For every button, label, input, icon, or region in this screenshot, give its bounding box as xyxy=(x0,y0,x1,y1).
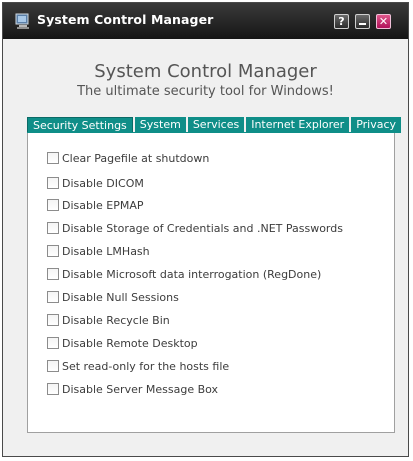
tab-security-settings[interactable]: Security Settings xyxy=(27,117,133,133)
title-bar[interactable]: System Control Manager ? ✕ xyxy=(3,3,408,39)
help-button[interactable]: ? xyxy=(334,14,349,29)
minimize-button[interactable] xyxy=(355,14,370,29)
tab-services[interactable]: Services xyxy=(187,117,245,133)
app-heading: System Control Manager xyxy=(94,61,317,82)
checkbox[interactable] xyxy=(47,291,59,303)
option-label: Disable LMHash xyxy=(62,244,150,258)
checkbox[interactable] xyxy=(47,314,59,326)
option-disable-null-sessions[interactable]: Disable Null Sessions xyxy=(47,290,179,304)
checkbox[interactable] xyxy=(47,383,59,395)
option-disable-dicom[interactable]: Disable DICOM xyxy=(47,176,144,190)
minimize-icon xyxy=(359,23,366,25)
option-readonly-hosts[interactable]: Set read-only for the hosts file xyxy=(47,359,229,373)
app-subtitle: The ultimate security tool for Windows! xyxy=(77,84,334,99)
tab-system[interactable]: System xyxy=(134,117,186,133)
option-disable-recycle-bin[interactable]: Disable Recycle Bin xyxy=(47,313,170,327)
tab-privacy[interactable]: Privacy xyxy=(351,117,402,133)
option-label: Disable Recycle Bin xyxy=(62,313,170,327)
option-label: Disable Server Message Box xyxy=(62,382,219,396)
close-icon: ✕ xyxy=(378,15,389,28)
option-label: Disable Microsoft data interrogation (Re… xyxy=(62,267,322,281)
option-label: Disable DICOM xyxy=(62,176,144,190)
computer-icon xyxy=(15,13,29,29)
help-icon: ? xyxy=(338,15,345,28)
option-disable-server-message-box[interactable]: Disable Server Message Box xyxy=(47,382,218,396)
option-disable-remote-desktop[interactable]: Disable Remote Desktop xyxy=(47,336,198,350)
close-button[interactable]: ✕ xyxy=(376,14,391,29)
option-label: Disable Null Sessions xyxy=(62,290,179,304)
option-label: Disable Storage of Credentials and .NET … xyxy=(62,221,343,235)
checkbox[interactable] xyxy=(47,360,59,372)
window-title: System Control Manager xyxy=(37,12,214,27)
option-disable-lmhash[interactable]: Disable LMHash xyxy=(47,244,150,258)
checkbox[interactable] xyxy=(47,245,59,257)
option-label: Disable Remote Desktop xyxy=(62,336,198,350)
option-label: Clear Pagefile at shutdown xyxy=(62,151,210,165)
tab-internet-explorer[interactable]: Internet Explorer xyxy=(246,117,350,133)
option-disable-epmap[interactable]: Disable EPMAP xyxy=(47,198,144,212)
checkbox[interactable] xyxy=(47,222,59,234)
app-window: System Control Manager ? ✕ System Contro… xyxy=(2,2,409,457)
option-disable-regdone[interactable]: Disable Microsoft data interrogation (Re… xyxy=(47,267,321,281)
checkbox[interactable] xyxy=(47,199,59,211)
option-clear-pagefile[interactable]: Clear Pagefile at shutdown xyxy=(47,151,209,165)
tab-bar: Security Settings System Services Intern… xyxy=(27,117,403,133)
option-label: Disable EPMAP xyxy=(62,198,144,212)
option-disable-credential-storage[interactable]: Disable Storage of Credentials and .NET … xyxy=(47,221,343,235)
checkbox[interactable] xyxy=(47,177,59,189)
security-settings-panel: Clear Pagefile at shutdown Disable DICOM… xyxy=(27,133,395,433)
option-label: Set read-only for the hosts file xyxy=(62,359,230,373)
checkbox[interactable] xyxy=(47,268,59,280)
checkbox[interactable] xyxy=(47,152,59,164)
checkbox[interactable] xyxy=(47,337,59,349)
